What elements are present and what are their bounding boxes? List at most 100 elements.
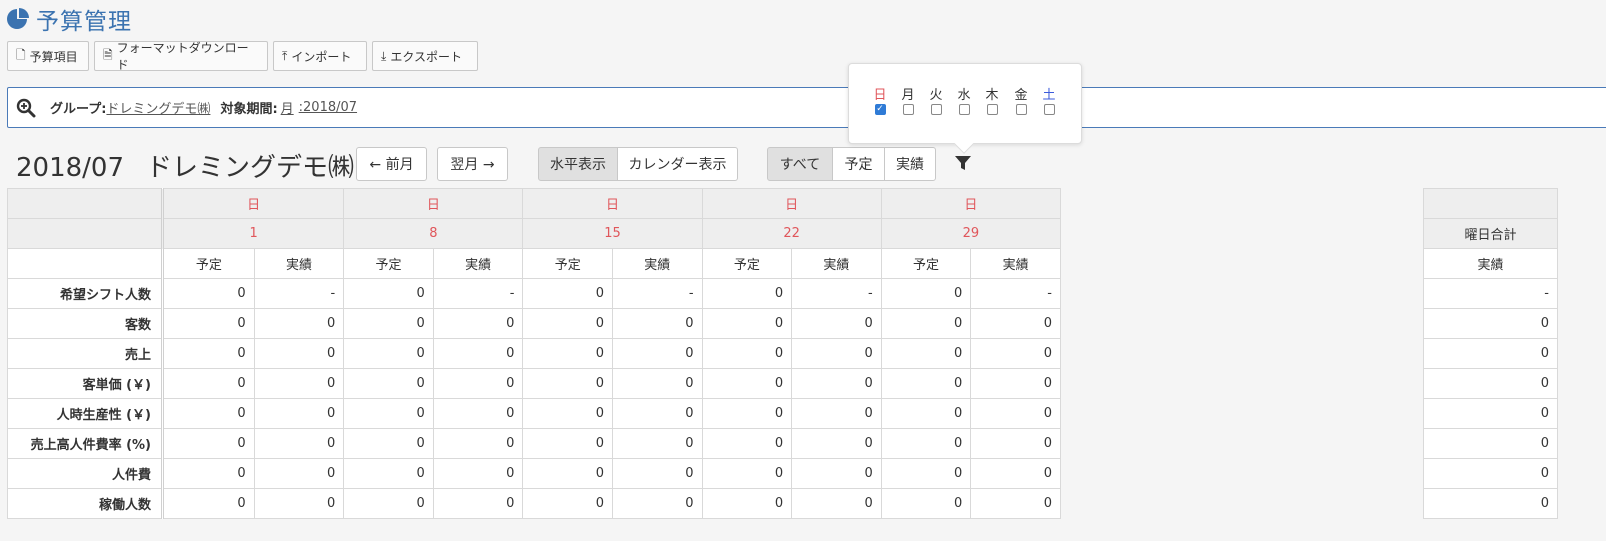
value-cell: 0	[611, 398, 703, 429]
value-cell: 0	[611, 488, 703, 519]
weekday-wed[interactable]: 水	[952, 84, 976, 115]
value-cell: 0	[970, 458, 1061, 489]
value-cell: 0	[611, 458, 703, 489]
value-cell: 0	[162, 338, 255, 369]
planned-header-cell: 予定	[880, 248, 972, 279]
budget-items-button[interactable]: 🗋 予算項目	[7, 41, 89, 71]
value-cell: 0	[701, 368, 793, 399]
value-cell: 0	[880, 428, 972, 459]
weekday-fri[interactable]: 金	[1009, 84, 1033, 115]
value-cell: 0	[791, 368, 882, 399]
weekday-checkbox[interactable]	[1015, 104, 1027, 115]
summary-value-cell: 0	[1423, 428, 1558, 459]
table-row: 稼働人数 0 0 0 0 0 0 0 0 0 0	[7, 488, 1061, 519]
group-link[interactable]: ドレミングデモ㈱	[106, 98, 210, 117]
table-row: 客単価 (￥) 0 0 0 0 0 0 0 0 0 0	[7, 368, 1061, 399]
value-cell: 0	[432, 428, 524, 459]
download-icon: ⤓	[381, 48, 387, 63]
weekday-checkbox[interactable]	[958, 104, 970, 115]
format-download-label: フォーマットダウンロード	[116, 41, 249, 72]
table-row: 売上 0 0 0 0 0 0 0 0 0 0	[7, 338, 1061, 369]
value-cell: 0	[343, 398, 434, 429]
value-cell: 0	[880, 308, 972, 339]
summary-blank-row	[1423, 188, 1558, 219]
table-row: 売上高人件費率 (%) 0 0 0 0 0 0 0 0 0 0	[7, 428, 1061, 459]
planned-header-cell: 予定	[343, 248, 434, 279]
value-cell: 0	[970, 308, 1061, 339]
filter-planned-button[interactable]: 予定	[832, 147, 885, 181]
value-cell: 0	[343, 488, 434, 519]
next-month-button[interactable]: 翌月 →	[437, 147, 508, 181]
summary-row: 0	[1423, 338, 1558, 369]
value-cell: 0	[432, 338, 524, 369]
value-cell: 0	[522, 398, 613, 429]
weekday-sat[interactable]: 土	[1037, 84, 1061, 115]
date-header-cell: 22	[701, 218, 882, 249]
weekday-checkbox[interactable]: ✓	[874, 104, 886, 115]
weekday-header-cell: 日	[880, 188, 1062, 219]
calendar-view-button[interactable]: カレンダー表示	[617, 147, 738, 181]
budget-items-label: 予算項目	[29, 49, 78, 64]
table-row: 人時生産性 (￥) 0 0 0 0 0 0 0 0 0 0	[7, 398, 1061, 429]
value-cell: 0	[791, 488, 882, 519]
filter-all-button[interactable]: すべて	[767, 147, 833, 181]
summary-value-cell: 0	[1423, 488, 1558, 519]
period-unit-link[interactable]: 月	[281, 98, 294, 117]
value-cell: 0	[880, 278, 972, 309]
weekday-mon[interactable]: 月	[896, 84, 920, 115]
filter-actual-button[interactable]: 実績	[884, 147, 936, 181]
period-value-link[interactable]: :2018/07	[299, 100, 357, 115]
planned-header-cell: 予定	[701, 248, 793, 279]
value-cell: 0	[880, 368, 972, 399]
horizontal-view-button[interactable]: 水平表示	[538, 147, 618, 181]
value-cell: 0	[522, 458, 613, 489]
weekday-label: 木	[985, 88, 999, 103]
summary-row: -	[1423, 278, 1558, 309]
weekday-tue[interactable]: 火	[924, 84, 948, 115]
import-button[interactable]: ⤒ インポート	[273, 41, 367, 71]
value-cell: 0	[880, 458, 972, 489]
zoom-in-icon[interactable]	[16, 98, 36, 118]
sub-header-row: 予定 実績 予定 実績 予定 実績 予定 実績 予定 実績	[7, 248, 1061, 279]
type-filter: すべて 予定 実績	[767, 147, 936, 181]
weekday-label: 水	[957, 88, 971, 103]
upload-icon: ⤒	[282, 48, 288, 63]
view-toggle: 水平表示 カレンダー表示	[538, 147, 738, 181]
weekday-sun[interactable]: 日 ✓	[868, 84, 892, 115]
weekday-label: 土	[1042, 88, 1056, 103]
value-cell: 0	[162, 458, 255, 489]
value-cell: 0	[432, 368, 524, 399]
search-condition-bar[interactable]: グループ: ドレミングデモ㈱ 対象期間: 月 :2018/07	[7, 87, 1606, 128]
value-cell: 0	[701, 308, 793, 339]
weekday-header-cell: 日	[343, 188, 524, 219]
value-cell: 0	[522, 428, 613, 459]
row-label: 人時生産性 (￥)	[7, 398, 164, 429]
actual-header-cell: 実績	[432, 248, 524, 279]
weekday-thu[interactable]: 木	[980, 84, 1004, 115]
format-download-button[interactable]: 🗎 フォーマットダウンロード	[94, 41, 268, 72]
budget-table: 日日日日日 1 8 15 22 29 予定 実績 予定 実績 予定 実績 予定 実績 予定 実績 希望シフト人数…	[7, 188, 1062, 519]
table-row: 人件費 0 0 0 0 0 0 0 0 0 0	[7, 458, 1061, 489]
value-cell: 0	[791, 458, 882, 489]
actual-header-cell: 実績	[253, 248, 345, 279]
summary-sub-cell: 実績	[1423, 248, 1558, 279]
value-cell: 0	[970, 338, 1061, 369]
weekday-checkbox[interactable]	[986, 104, 998, 115]
value-cell: 0	[522, 308, 613, 339]
weekday-checkbox[interactable]	[930, 104, 942, 115]
import-label: インポート	[291, 49, 352, 64]
value-cell: 0	[791, 338, 882, 369]
export-button[interactable]: ⤓ エクスポート	[372, 41, 478, 71]
date-header-cell: 1	[161, 218, 345, 249]
value-cell: 0	[880, 338, 972, 369]
value-cell: 0	[970, 428, 1061, 459]
value-cell: -	[970, 278, 1061, 309]
value-cell: 0	[522, 278, 613, 309]
value-cell: 0	[432, 458, 524, 489]
filter-icon[interactable]	[954, 154, 972, 172]
weekday-checkbox[interactable]	[902, 104, 914, 115]
prev-month-button[interactable]: ← 前月	[356, 147, 427, 181]
summary-header-cell: 曜日合計	[1423, 218, 1558, 249]
value-cell: 0	[343, 278, 434, 309]
weekday-checkbox[interactable]	[1043, 104, 1055, 115]
